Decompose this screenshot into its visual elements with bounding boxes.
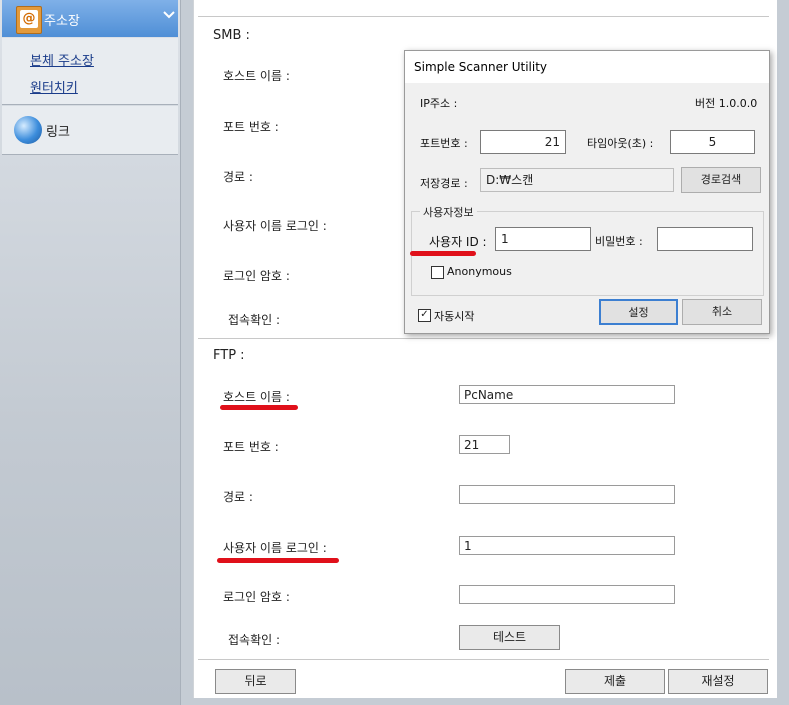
ftp-host-label: 호스트 이름 : bbox=[223, 390, 290, 404]
divider bbox=[198, 338, 769, 339]
ftp-username-input[interactable]: 1 bbox=[459, 536, 675, 555]
ok-button[interactable]: 설정 bbox=[599, 299, 678, 325]
save-path-label: 저장경로 : bbox=[420, 177, 468, 190]
timeout-input[interactable]: 5 bbox=[670, 130, 755, 154]
back-button[interactable]: 뒤로 bbox=[215, 669, 296, 694]
dialog-title: Simple Scanner Utility bbox=[414, 60, 547, 74]
ftp-connection-label: 접속확인 : bbox=[228, 633, 281, 647]
autostart-label: 자동시작 bbox=[434, 310, 475, 323]
globe-icon bbox=[14, 116, 42, 144]
ip-address-label: IP주소 : bbox=[420, 97, 458, 110]
smb-password-label: 로그인 암호 : bbox=[223, 269, 290, 283]
user-id-label: 사용자 ID : bbox=[429, 235, 487, 249]
ftp-host-input[interactable]: PcName bbox=[459, 385, 675, 404]
red-underline-annotation bbox=[217, 558, 339, 563]
password-label: 비밀번호 : bbox=[595, 235, 643, 248]
port-label: 포트번호 : bbox=[420, 137, 468, 150]
chevron-down-icon[interactable] bbox=[162, 8, 176, 22]
divider bbox=[198, 659, 769, 660]
version-label: 버전 1.0.0.0 bbox=[695, 97, 758, 110]
smb-port-label: 포트 번호 : bbox=[223, 120, 279, 134]
sidebar: @ 주소장 본체 주소장 원터치키 링크 bbox=[0, 0, 181, 705]
ftp-password-label: 로그인 암호 : bbox=[223, 590, 290, 604]
sidebar-header-title: 주소장 bbox=[44, 14, 80, 29]
smb-username-label: 사용자 이름 로그인 : bbox=[223, 219, 327, 233]
address-book-icon: @ bbox=[16, 6, 42, 34]
password-input[interactable] bbox=[657, 227, 753, 251]
sidebar-submenu: 본체 주소장 원터치키 bbox=[2, 38, 178, 105]
save-path-input[interactable]: D:₩스캔 bbox=[480, 168, 674, 192]
divider bbox=[198, 16, 769, 17]
sidebar-item-link[interactable]: 링크 bbox=[2, 106, 178, 155]
anonymous-checkbox[interactable] bbox=[431, 266, 444, 279]
ftp-path-input[interactable] bbox=[459, 485, 675, 504]
dialog-titlebar[interactable]: Simple Scanner Utility bbox=[405, 51, 769, 83]
smb-path-label: 경로 : bbox=[223, 170, 253, 184]
test-button[interactable]: 테스트 bbox=[459, 625, 560, 650]
ftp-username-label: 사용자 이름 로그인 : bbox=[223, 541, 327, 555]
simple-scanner-utility-dialog: Simple Scanner Utility IP주소 : 버전 1.0.0.0… bbox=[404, 50, 770, 334]
timeout-label: 타임아웃(초) : bbox=[587, 137, 654, 150]
ftp-path-label: 경로 : bbox=[223, 490, 253, 504]
port-input[interactable]: 21 bbox=[480, 130, 566, 154]
ftp-section-title: FTP : bbox=[213, 348, 245, 363]
sidebar-item-main-address-book[interactable]: 본체 주소장 bbox=[30, 50, 94, 69]
sidebar-item-one-touch-key[interactable]: 원터치키 bbox=[30, 77, 78, 96]
anonymous-label: Anonymous bbox=[447, 265, 512, 278]
cancel-button[interactable]: 취소 bbox=[682, 299, 762, 325]
red-underline-annotation bbox=[220, 405, 298, 410]
sidebar-link-label: 링크 bbox=[46, 125, 70, 140]
user-info-group-title: 사용자정보 bbox=[420, 204, 477, 220]
sidebar-header-address-book[interactable]: @ 주소장 bbox=[2, 0, 178, 37]
browse-path-button[interactable]: 경로검색 bbox=[681, 167, 761, 193]
smb-connection-label: 접속확인 : bbox=[228, 313, 281, 327]
smb-host-label: 호스트 이름 : bbox=[223, 69, 290, 83]
red-underline-annotation bbox=[410, 251, 476, 256]
user-id-input[interactable]: 1 bbox=[495, 227, 591, 251]
smb-section-title: SMB : bbox=[213, 28, 250, 43]
ftp-port-input[interactable]: 21 bbox=[459, 435, 510, 454]
submit-button[interactable]: 제출 bbox=[565, 669, 665, 694]
autostart-checkbox[interactable]: ✓ bbox=[418, 309, 431, 322]
ftp-password-input[interactable] bbox=[459, 585, 675, 604]
ftp-port-label: 포트 번호 : bbox=[223, 440, 279, 454]
reset-button[interactable]: 재설정 bbox=[668, 669, 768, 694]
